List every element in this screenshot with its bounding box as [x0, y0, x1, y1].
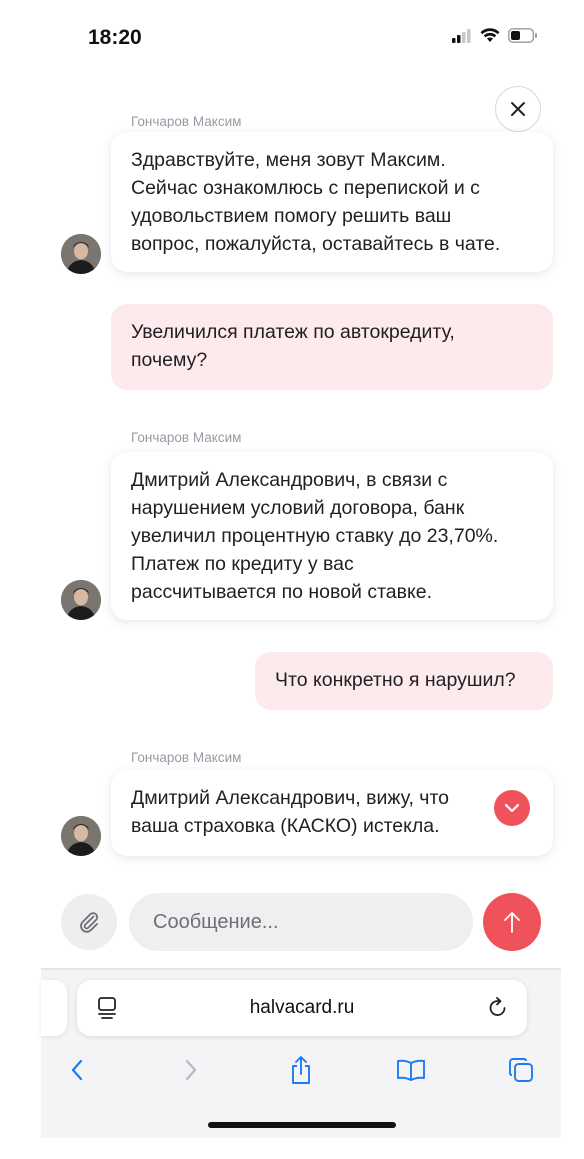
- close-button[interactable]: [495, 86, 541, 132]
- message-line: Сейчас ознакомлюсь с перепиской и с: [131, 177, 480, 199]
- message-sender: Гончаров Максим: [131, 430, 242, 445]
- incoming-message: Дмитрий Александрович, в связи с нарушен…: [111, 452, 553, 620]
- chat-panel: Гончаров Максим Здравствуйте, меня зовут…: [41, 66, 561, 969]
- attach-button[interactable]: [61, 894, 117, 950]
- forward-button[interactable]: [171, 1052, 211, 1088]
- composer: [41, 891, 561, 951]
- home-indicator: [208, 1122, 396, 1128]
- message-line: Что конкретно я нарушил?: [275, 669, 516, 691]
- agent-avatar: [61, 816, 101, 856]
- message-line: Дмитрий Александрович, вижу, что: [131, 787, 450, 809]
- message-line: ваша страховка (КАСКО) истекла.: [131, 815, 440, 837]
- message-line: Платеж по кредиту у вас: [131, 553, 354, 575]
- message-sender: Гончаров Максим: [131, 750, 242, 765]
- message-line: Увеличился платеж по автокредиту,: [131, 321, 455, 343]
- browser-chrome: halvacard.ru: [41, 970, 561, 1138]
- bookmarks-icon: [397, 1059, 425, 1081]
- share-icon: [292, 1056, 310, 1084]
- status-time: 18:20: [88, 26, 142, 49]
- message-line: удовольствием помогу решить ваш: [131, 205, 452, 227]
- message-line: Здравствуйте, меня зовут Максим.: [131, 149, 446, 171]
- bookmarks-button[interactable]: [391, 1052, 431, 1088]
- browser-toolbar: [41, 1050, 561, 1090]
- incoming-message: Здравствуйте, меня зовут Максим. Сейчас …: [111, 132, 553, 272]
- back-button[interactable]: [57, 1052, 97, 1088]
- forward-icon: [185, 1059, 197, 1081]
- agent-avatar: [61, 234, 101, 274]
- address-url: halvacard.ru: [249, 997, 355, 1018]
- close-icon: [511, 102, 525, 116]
- status-icons: [452, 28, 538, 43]
- outgoing-message: Увеличился платеж по автокредиту, почему…: [111, 304, 553, 390]
- battery-icon: [508, 28, 537, 43]
- message-sender: Гончаров Максим: [131, 114, 242, 128]
- tabs-button[interactable]: [501, 1052, 541, 1088]
- agent-avatar: [61, 580, 101, 620]
- scroll-down-button[interactable]: [494, 790, 530, 826]
- outgoing-message: Что конкретно я нарушил?: [255, 652, 553, 710]
- message-line: нарушением условий договора, банк: [131, 497, 465, 519]
- previous-tab-edge[interactable]: [41, 980, 67, 1036]
- message-line: увеличил процентную ставку до 23,70%.: [131, 525, 499, 547]
- status-bar: 18:20: [0, 0, 584, 66]
- tabs-icon: [509, 1058, 533, 1082]
- back-icon: [71, 1059, 83, 1081]
- message-line: почему?: [131, 349, 208, 371]
- paperclip-icon: [80, 912, 99, 933]
- message-line: Дмитрий Александрович, в связи с: [131, 469, 448, 491]
- arrow-up-icon: [504, 912, 520, 933]
- cellular-signal-icon: [452, 28, 471, 43]
- send-button[interactable]: [483, 893, 541, 951]
- reload-icon[interactable]: [487, 995, 509, 1019]
- share-button[interactable]: [281, 1052, 321, 1088]
- address-bar[interactable]: halvacard.ru: [77, 980, 527, 1036]
- incoming-message: Дмитрий Александрович, вижу, что ваша ст…: [111, 770, 553, 856]
- chevron-down-icon: [504, 803, 520, 813]
- wifi-icon: [480, 28, 500, 42]
- message-line: рассчитывается по новой ставке.: [131, 581, 433, 603]
- message-line: вопрос, пожалуйста, оставайтесь в чате.: [131, 233, 501, 255]
- message-input[interactable]: [129, 893, 473, 951]
